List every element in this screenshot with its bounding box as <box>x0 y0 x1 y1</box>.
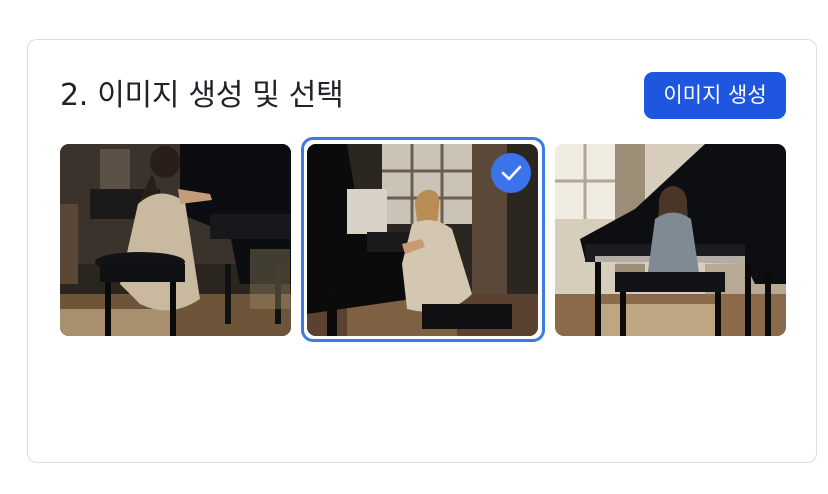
generate-image-button[interactable]: 이미지 생성 <box>644 72 786 119</box>
section-title: 2. 이미지 생성 및 선택 <box>60 78 344 113</box>
check-icon <box>491 153 531 193</box>
piano-photo-1 <box>60 144 291 336</box>
piano-photo-3 <box>555 144 786 336</box>
image-option-1[interactable] <box>60 144 291 336</box>
image-option-3[interactable] <box>555 144 786 336</box>
